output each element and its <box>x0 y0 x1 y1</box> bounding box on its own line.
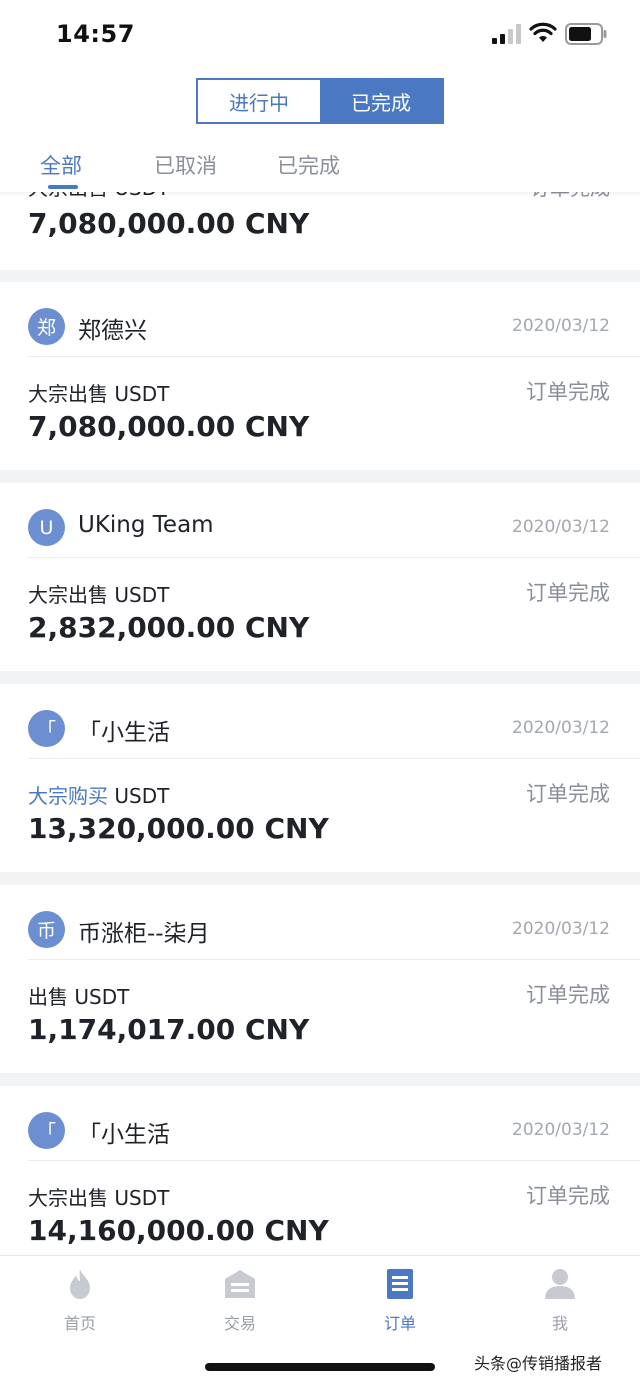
order-asset: USDT <box>108 784 170 808</box>
tab-completed[interactable]: 已完成 <box>277 150 340 180</box>
tab-all[interactable]: 全部 <box>40 150 82 180</box>
flame-icon <box>70 1269 90 1299</box>
merchant-avatar: 币 <box>28 911 65 948</box>
battery-icon <box>565 23 607 45</box>
order-type: 大宗出售 USDT <box>28 192 169 201</box>
order-amount: 1,174,017.00 CNY <box>28 1013 310 1046</box>
order-action: 大宗出售 <box>28 1186 108 1210</box>
order-card[interactable]: 「 「小生活 2020/03/12 大宗出售 USDT 订单完成 14,160,… <box>0 1086 640 1255</box>
order-card-partial[interactable]: 大宗出售 USDT 订单完成 7,080,000.00 CNY <box>0 192 640 270</box>
merchant-name: 币涨柜--柒月 <box>78 921 210 947</box>
nav-home[interactable]: 首页 <box>30 1266 130 1334</box>
tab-cancelled[interactable]: 已取消 <box>154 150 217 180</box>
order-card[interactable]: 郑 郑德兴 2020/03/12 大宗出售 USDT 订单完成 7,080,00… <box>0 282 640 470</box>
order-action: 大宗出售 <box>28 382 108 406</box>
order-date: 2020/03/12 <box>512 316 610 336</box>
order-action: 大宗购买 <box>28 784 108 808</box>
order-list[interactable]: 大宗出售 USDT 订单完成 7,080,000.00 CNY 郑 郑德兴 20… <box>0 192 640 1255</box>
order-state-segment: 进行中 已完成 <box>196 78 444 124</box>
nav-trade[interactable]: 交易 <box>190 1266 290 1334</box>
order-type: 大宗购买 USDT <box>28 780 169 809</box>
order-amount: 2,832,000.00 CNY <box>28 611 310 644</box>
wifi-icon <box>529 22 557 42</box>
trade-icon <box>225 1270 255 1298</box>
order-date: 2020/03/12 <box>512 1120 610 1140</box>
order-card[interactable]: 币 币涨柜--柒月 2020/03/12 出售 USDT 订单完成 1,174,… <box>0 885 640 1073</box>
nav-me[interactable]: 我 <box>510 1266 610 1334</box>
user-icon <box>545 1269 575 1299</box>
merchant-avatar: 郑 <box>28 308 65 345</box>
order-date: 2020/03/12 <box>512 517 610 537</box>
order-asset: USDT <box>68 985 130 1009</box>
order-asset: USDT <box>108 583 170 607</box>
status-time: 14:57 <box>56 20 135 48</box>
order-asset: USDT <box>108 1186 170 1210</box>
home-indicator <box>205 1363 435 1371</box>
merchant-avatar: 「 <box>28 1112 65 1149</box>
card-divider <box>28 1160 640 1161</box>
order-date: 2020/03/12 <box>512 718 610 738</box>
order-list-icon <box>387 1269 413 1299</box>
order-card[interactable]: 「 「小生活 2020/03/12 大宗购买 USDT 订单完成 13,320,… <box>0 684 640 872</box>
order-asset: USDT <box>108 382 170 406</box>
nav-trade-label: 交易 <box>223 1314 256 1333</box>
order-type: 出售 USDT <box>28 981 129 1010</box>
card-divider <box>28 959 640 960</box>
segment-in-progress[interactable]: 进行中 <box>198 80 320 122</box>
order-status: 订单完成 <box>526 581 610 605</box>
merchant-name: 郑德兴 <box>78 318 147 344</box>
nav-orders-label: 订单 <box>383 1314 416 1333</box>
order-amount: 7,080,000.00 CNY <box>28 207 310 240</box>
nav-me-label: 我 <box>551 1314 568 1333</box>
nav-home-label: 首页 <box>63 1314 96 1333</box>
segment-completed[interactable]: 已完成 <box>320 80 442 122</box>
order-status: 订单完成 <box>526 782 610 806</box>
order-action: 出售 <box>28 985 68 1009</box>
card-divider <box>28 557 640 558</box>
merchant-name: 「小生活 <box>78 1122 170 1148</box>
order-status: 订单完成 <box>526 983 610 1007</box>
order-amount: 14,160,000.00 CNY <box>28 1214 329 1247</box>
card-divider <box>28 758 640 759</box>
merchant-avatar: U <box>28 509 65 546</box>
orders-header: 进行中 已完成 全部 已取消 已完成 <box>0 70 640 192</box>
order-date: 2020/03/12 <box>512 919 610 939</box>
watermark: 头条@传销播报者 <box>474 1354 603 1373</box>
order-status: 订单完成 <box>526 380 610 404</box>
order-status: 订单完成 <box>526 1184 610 1208</box>
merchant-avatar: 「 <box>28 710 65 747</box>
status-bar: 14:57 <box>0 0 640 70</box>
merchant-name: UKing Team <box>78 512 214 538</box>
active-tab-indicator <box>48 185 78 189</box>
merchant-name: 「小生活 <box>78 720 170 746</box>
order-card[interactable]: U UKing Team 2020/03/12 大宗出售 USDT 订单完成 2… <box>0 483 640 671</box>
bottom-nav: 首页 交易 订单 我 头条@传销播报者 <box>0 1255 640 1385</box>
card-divider <box>28 356 640 357</box>
order-type: 大宗出售 USDT <box>28 579 169 608</box>
cellular-signal-icon <box>492 24 521 44</box>
order-amount: 7,080,000.00 CNY <box>28 410 310 443</box>
nav-orders[interactable]: 订单 <box>350 1266 450 1334</box>
order-type: 大宗出售 USDT <box>28 378 169 407</box>
order-type: 大宗出售 USDT <box>28 1182 169 1211</box>
order-amount: 13,320,000.00 CNY <box>28 812 329 845</box>
order-status: 订单完成 <box>530 192 610 201</box>
order-action: 大宗出售 <box>28 583 108 607</box>
filter-tabs: 全部 已取消 已完成 <box>0 146 640 192</box>
